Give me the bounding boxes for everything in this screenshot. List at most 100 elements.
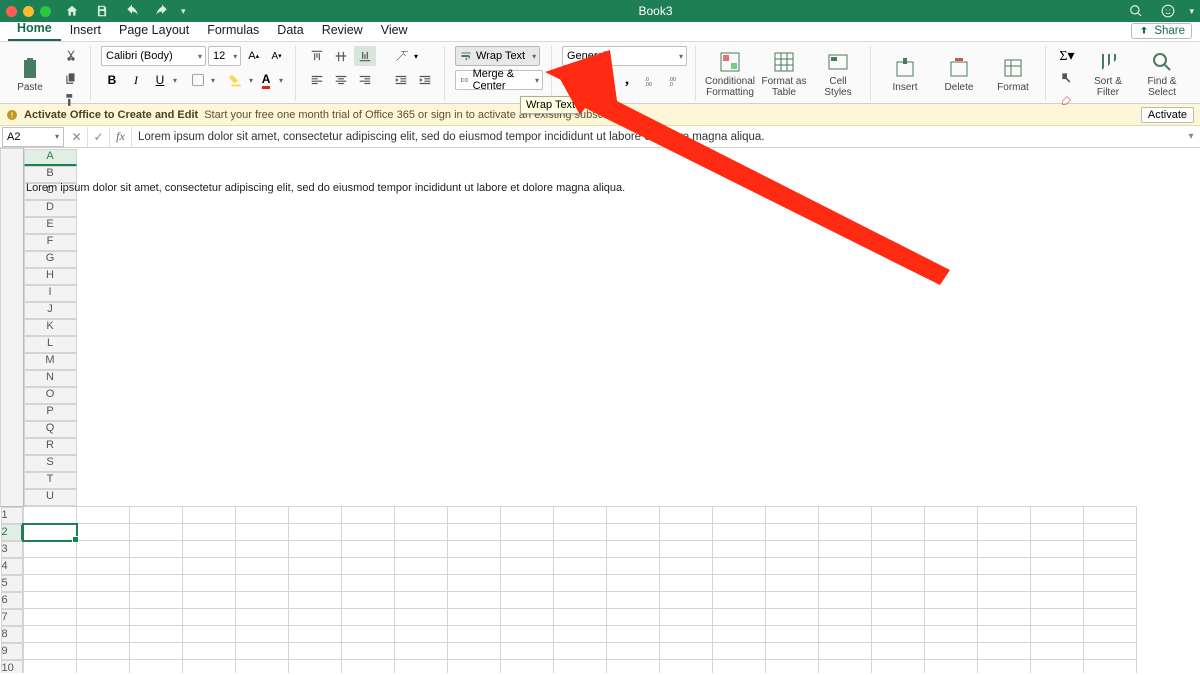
cell-R4[interactable] — [925, 558, 978, 575]
format-as-table-button[interactable]: Format as Table — [760, 46, 808, 102]
cell-N7[interactable] — [713, 609, 766, 626]
cell-U10[interactable] — [1084, 660, 1137, 674]
cell-D8[interactable] — [183, 626, 236, 643]
cell-K1[interactable] — [554, 506, 607, 524]
row-header-5[interactable]: 5 — [1, 575, 23, 592]
cell-G2[interactable] — [342, 524, 395, 541]
cell-D1[interactable] — [183, 506, 236, 524]
cell-D2[interactable] — [183, 524, 236, 541]
col-header-R[interactable]: R — [24, 438, 77, 455]
activate-button[interactable]: Activate — [1141, 107, 1194, 123]
col-header-F[interactable]: F — [24, 234, 77, 251]
cell-R5[interactable] — [925, 575, 978, 592]
cell-Q4[interactable] — [872, 558, 925, 575]
col-header-T[interactable]: T — [24, 472, 77, 489]
maximize-window-icon[interactable] — [40, 6, 51, 17]
cell-H9[interactable] — [395, 643, 448, 660]
cell-I10[interactable] — [448, 660, 501, 674]
cell-C9[interactable] — [130, 643, 183, 660]
formula-input[interactable]: Lorem ipsum dolor sit amet, consectetur … — [132, 131, 1182, 143]
align-middle-icon[interactable] — [330, 46, 352, 66]
cell-C8[interactable] — [130, 626, 183, 643]
cell-H4[interactable] — [395, 558, 448, 575]
tab-page-layout[interactable]: Page Layout — [110, 20, 198, 41]
comma-icon[interactable]: , — [616, 70, 638, 90]
cell-C5[interactable] — [130, 575, 183, 592]
cell-A4[interactable] — [23, 558, 77, 575]
conditional-formatting-button[interactable]: Conditional Formatting — [706, 46, 754, 102]
cell-M3[interactable] — [660, 541, 713, 558]
row-header-9[interactable]: 9 — [1, 643, 23, 660]
clear-icon[interactable] — [1056, 90, 1078, 110]
cancel-formula-icon[interactable]: ✕ — [66, 127, 88, 147]
cell-G10[interactable] — [342, 660, 395, 674]
cell-R10[interactable] — [925, 660, 978, 674]
align-bottom-icon[interactable] — [354, 46, 376, 66]
cell-E2[interactable] — [236, 524, 289, 541]
cell-I9[interactable] — [448, 643, 501, 660]
align-right-icon[interactable] — [354, 70, 376, 90]
col-header-K[interactable]: K — [24, 319, 77, 336]
cell-J8[interactable] — [501, 626, 554, 643]
cell-P3[interactable] — [819, 541, 872, 558]
cell-T4[interactable] — [1031, 558, 1084, 575]
cell-J7[interactable] — [501, 609, 554, 626]
cell-O10[interactable] — [766, 660, 819, 674]
cell-U3[interactable] — [1084, 541, 1137, 558]
cell-S7[interactable] — [978, 609, 1031, 626]
cell-S10[interactable] — [978, 660, 1031, 674]
cell-R9[interactable] — [925, 643, 978, 660]
cell-B5[interactable] — [77, 575, 130, 592]
window-controls[interactable] — [6, 6, 51, 17]
cell-T9[interactable] — [1031, 643, 1084, 660]
cell-M4[interactable] — [660, 558, 713, 575]
increase-font-icon[interactable]: A▴ — [243, 46, 264, 66]
cell-T10[interactable] — [1031, 660, 1084, 674]
cell-T1[interactable] — [1031, 506, 1084, 524]
cell-A7[interactable] — [23, 609, 77, 626]
cell-J2[interactable] — [501, 524, 554, 541]
cell-F5[interactable] — [289, 575, 342, 592]
cell-I6[interactable] — [448, 592, 501, 609]
cell-P9[interactable] — [819, 643, 872, 660]
cell-J3[interactable] — [501, 541, 554, 558]
title-more-icon[interactable]: ▾ — [1189, 6, 1194, 17]
delete-cells-button[interactable]: Delete — [935, 46, 983, 102]
cell-N5[interactable] — [713, 575, 766, 592]
minimize-window-icon[interactable] — [23, 6, 34, 17]
cell-N6[interactable] — [713, 592, 766, 609]
cell-A5[interactable] — [23, 575, 77, 592]
cell-T3[interactable] — [1031, 541, 1084, 558]
cell-U1[interactable] — [1084, 506, 1137, 524]
cell-P1[interactable] — [819, 506, 872, 524]
wrap-text-button[interactable]: Wrap Text — [455, 46, 540, 66]
cell-G4[interactable] — [342, 558, 395, 575]
cell-O8[interactable] — [766, 626, 819, 643]
cell-O9[interactable] — [766, 643, 819, 660]
increase-decimal-icon[interactable]: .0.00 — [640, 70, 662, 90]
cell-K5[interactable] — [554, 575, 607, 592]
cell-L4[interactable] — [607, 558, 660, 575]
cell-D6[interactable] — [183, 592, 236, 609]
format-cells-button[interactable]: Format — [989, 46, 1037, 102]
cell-M10[interactable] — [660, 660, 713, 674]
cell-O4[interactable] — [766, 558, 819, 575]
cell-G7[interactable] — [342, 609, 395, 626]
align-top-icon[interactable] — [306, 46, 328, 66]
enter-formula-icon[interactable]: ✓ — [88, 127, 110, 147]
cell-E1[interactable] — [236, 506, 289, 524]
cell-A1[interactable] — [23, 506, 77, 524]
col-header-U[interactable]: U — [24, 489, 77, 506]
cell-E10[interactable] — [236, 660, 289, 674]
cell-O7[interactable] — [766, 609, 819, 626]
cell-E8[interactable] — [236, 626, 289, 643]
cell-S5[interactable] — [978, 575, 1031, 592]
cell-B10[interactable] — [77, 660, 130, 674]
cell-M6[interactable] — [660, 592, 713, 609]
cell-B4[interactable] — [77, 558, 130, 575]
cell-J5[interactable] — [501, 575, 554, 592]
italic-button[interactable]: I — [125, 70, 147, 90]
cell-O6[interactable] — [766, 592, 819, 609]
cell-B1[interactable] — [77, 506, 130, 524]
font-color-icon[interactable]: A — [255, 70, 277, 90]
